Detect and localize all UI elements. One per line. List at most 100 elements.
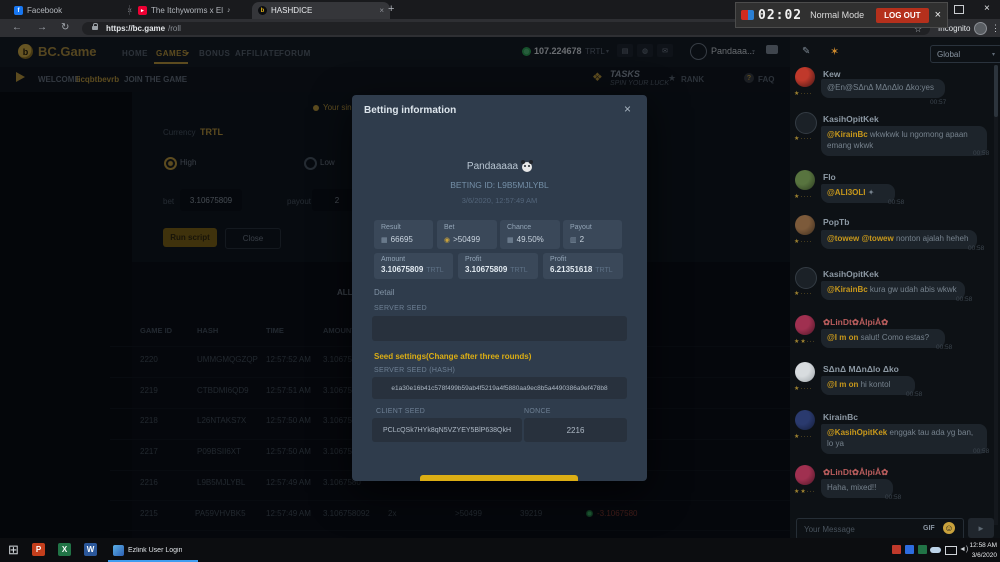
logout-button[interactable]: LOG OUT xyxy=(876,8,928,23)
padlock-icon xyxy=(92,26,98,30)
taskbar-app-label: Ezlink User Login xyxy=(128,547,182,554)
start-button[interactable]: ⊞ xyxy=(8,543,19,556)
message-text: kura gw udah abis wkwk xyxy=(868,285,957,294)
change-seed-button[interactable] xyxy=(420,475,578,481)
server-seed-input[interactable] xyxy=(372,316,627,341)
reload-button[interactable]: ↻ xyxy=(61,23,69,33)
ezlink-icon xyxy=(113,545,124,556)
amount-value: 3.10675809 xyxy=(465,265,507,274)
tray-icon-blue[interactable] xyxy=(905,545,914,554)
timer-overlay-widget: 02:02 Normal Mode LOG OUT × xyxy=(735,2,948,28)
nonce-field[interactable]: 2216 xyxy=(524,418,627,442)
chat-username[interactable]: KasihOpitKek xyxy=(823,269,879,279)
tab-youtube[interactable]: ► The Itchyworms x Ely Buend ♪ × xyxy=(132,2,262,19)
chat-username[interactable]: KirainBc xyxy=(823,412,858,422)
message-time: 00:58 xyxy=(973,448,989,455)
powerpoint-icon[interactable]: P xyxy=(32,543,45,556)
hashdice-favicon: b xyxy=(258,6,267,15)
tab-close-icon[interactable]: × xyxy=(375,6,384,15)
new-tab-button[interactable]: + xyxy=(388,3,394,15)
tab-hashdice[interactable]: b HASHDICE × xyxy=(252,2,390,19)
tab-close-icon[interactable]: × xyxy=(123,6,132,15)
mention[interactable]: @KirainBc xyxy=(827,130,868,139)
chat-username[interactable]: PopTb xyxy=(823,217,849,227)
stat-label: Chance xyxy=(507,224,531,231)
window-restore-button[interactable] xyxy=(954,5,964,14)
modal-close-icon[interactable]: × xyxy=(624,102,631,116)
bet-date: 3/6/2020, 12:57:49 AM xyxy=(352,196,647,205)
server-seed-hash-field[interactable]: e1a30e16b41c578f499b59ab4f5219a4f5880aa9… xyxy=(372,377,627,399)
timer-countdown: 02:02 xyxy=(758,8,802,23)
window-close-button[interactable]: × xyxy=(984,3,990,14)
avatar[interactable] xyxy=(795,170,815,190)
chat-scrollbar-thumb[interactable] xyxy=(994,65,998,117)
clock-date: 3/6/2020 xyxy=(966,551,997,561)
stat-label: Payout xyxy=(570,224,592,231)
gif-button[interactable]: GIF xyxy=(923,525,935,532)
channel-caret-icon: ▾ xyxy=(992,51,995,58)
taskbar-app-ezlink[interactable]: Ezlink User Login xyxy=(108,538,198,562)
stat-value: 49.50% xyxy=(517,235,544,244)
chat-username[interactable]: Kew xyxy=(823,69,840,79)
mention[interactable]: @I m on xyxy=(827,333,858,342)
stat-card-chance: Chance ▦49.50% xyxy=(500,220,560,249)
chat-username[interactable]: Flo xyxy=(823,172,836,182)
chat-bubble: @I m on salut! Como estas? xyxy=(821,329,945,348)
message-time: 00:57 xyxy=(930,99,946,106)
avatar[interactable] xyxy=(795,267,817,289)
browser-menu-icon[interactable]: ⋮ xyxy=(991,23,1000,34)
mention[interactable]: @towew @towew xyxy=(827,234,894,243)
user-level-badge: ★···· xyxy=(794,290,812,297)
avatar[interactable] xyxy=(795,112,817,134)
back-button[interactable]: ← xyxy=(12,23,22,33)
client-seed-field[interactable]: PCLcQSk7HYk8qN5VZYEY5BlP638QkH xyxy=(372,418,522,442)
mention[interactable]: @KirainBc xyxy=(827,285,868,294)
chat-username[interactable]: KasihOpitKek xyxy=(823,114,879,124)
tab-audio-icon[interactable]: ♪ xyxy=(227,7,231,14)
profile-avatar[interactable] xyxy=(974,22,987,35)
chat-username[interactable]: ✿LinDt✿ÅlpiÅ✿ xyxy=(823,467,888,478)
excel-icon[interactable]: X xyxy=(58,543,71,556)
avatar[interactable] xyxy=(795,410,815,430)
tray-icon-red[interactable] xyxy=(892,545,901,554)
mention[interactable]: @I m on xyxy=(827,380,858,389)
avatar[interactable] xyxy=(795,315,815,335)
chat-username[interactable]: SΔnΔ MΔnΔlo Δko xyxy=(823,364,899,374)
network-icon[interactable] xyxy=(945,546,957,555)
pen-icon[interactable]: ✎ xyxy=(802,46,810,57)
modal-title: Betting information xyxy=(364,105,456,116)
emoji-button[interactable]: ☺ xyxy=(943,522,955,534)
send-button[interactable]: ► xyxy=(968,518,994,538)
chat-username[interactable]: ✿LinDt✿ÅlpiÅ✿ xyxy=(823,317,888,328)
widget-close-icon[interactable]: × xyxy=(935,9,941,21)
avatar[interactable] xyxy=(795,215,815,235)
avatar[interactable] xyxy=(795,67,815,87)
channel-select[interactable]: Global ▾ xyxy=(930,45,1000,63)
user-level-badge: ★···· xyxy=(794,238,812,245)
tray-icon-green[interactable] xyxy=(918,545,927,554)
chat-bubble: @KasihOpitKek enggak tau ada yg ban, lo … xyxy=(821,424,987,454)
avatar[interactable] xyxy=(795,362,815,382)
player-name[interactable]: Pandaaaaa xyxy=(467,161,518,172)
timer-app-icon xyxy=(741,10,754,20)
stat-card-payout: Payout ▥2 xyxy=(563,220,622,249)
user-level-badge: ★★··· xyxy=(794,338,816,345)
screen: b BC.Game HOME GAMES ▾ BONUS AFFILIATE F… xyxy=(0,0,1000,562)
stat-label: Bet xyxy=(444,224,455,231)
taskbar-clock[interactable]: 12:58 AM 3/6/2020 xyxy=(966,541,997,562)
youtube-favicon: ► xyxy=(138,6,147,15)
chat-scrollbar[interactable] xyxy=(994,65,998,525)
avatar[interactable] xyxy=(795,465,815,485)
tip-icon[interactable]: ✶ xyxy=(830,45,839,58)
user-level-badge: ★···· xyxy=(794,135,812,142)
word-icon[interactable]: W xyxy=(84,543,97,556)
mention[interactable]: @ALI3OLI xyxy=(827,188,865,197)
onedrive-icon[interactable] xyxy=(930,547,941,553)
chat-message-input[interactable] xyxy=(802,521,916,537)
tab-facebook[interactable]: f Facebook × xyxy=(8,2,138,19)
forward-button[interactable]: → xyxy=(37,23,47,33)
windows-taskbar: ⊞ P X W Ezlink User Login HASHDICE - Goo… xyxy=(0,538,1000,562)
mention[interactable]: @KasihOpitKek xyxy=(827,428,887,437)
stat-value: >50499 xyxy=(453,235,480,244)
chat-sidebar: ✎ ✶ Global ▾ Kew ★···· @En@SΔnΔ MΔnΔlo Δ… xyxy=(790,37,1000,538)
